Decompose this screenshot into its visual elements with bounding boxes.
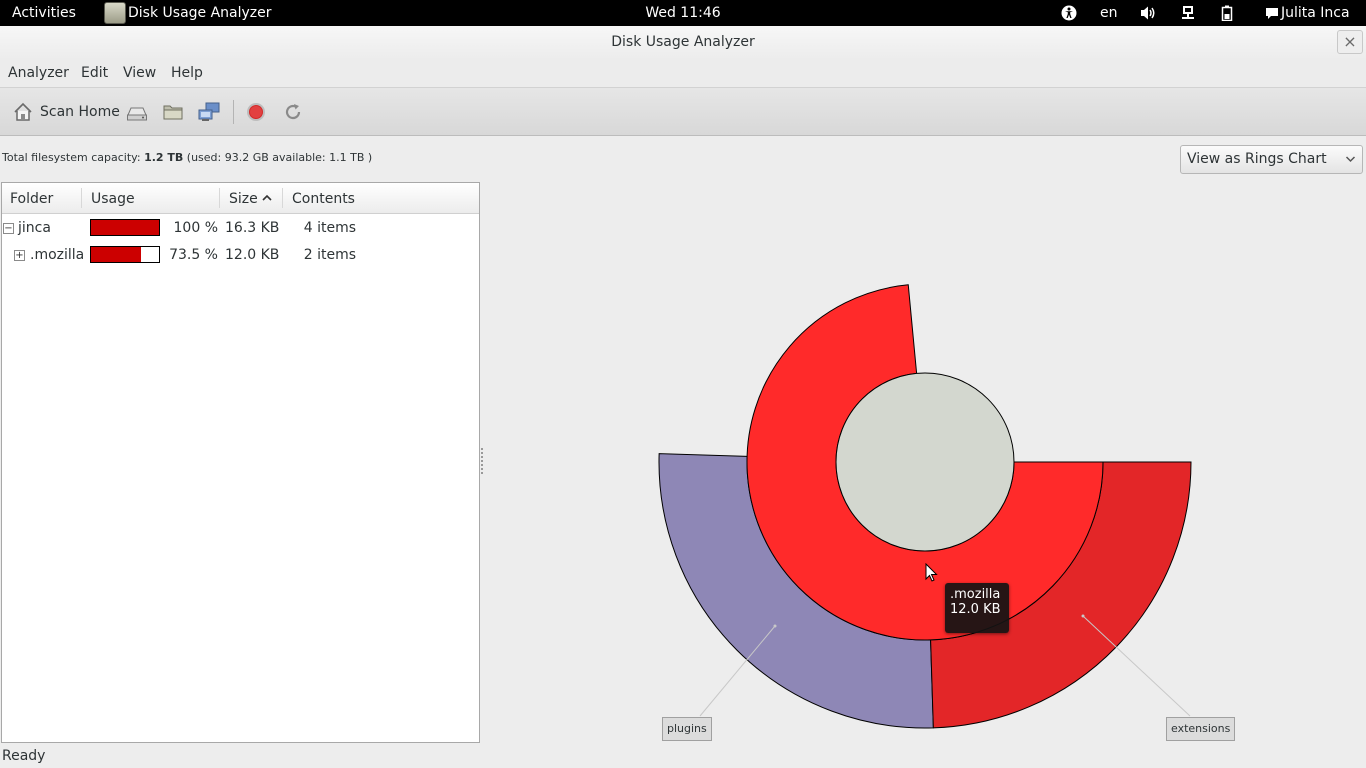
collapse-icon[interactable]: − (3, 223, 14, 234)
usage-percent: 100 % (173, 220, 218, 236)
menu-analyzer[interactable]: Analyzer (8, 64, 69, 82)
network-icon[interactable] (1180, 0, 1196, 26)
refresh-icon (285, 104, 301, 120)
toolbar: Scan Home (0, 88, 1366, 136)
tooltip-size: 12.0 KB (950, 602, 1001, 617)
chart-label-extensions[interactable]: extensions (1166, 717, 1236, 741)
tree-row-mozilla[interactable]: + .mozilla 73.5 % 12.0 KB 2 items (2, 242, 479, 269)
chevron-down-icon (1345, 146, 1356, 183)
scan-folder-icon (163, 105, 183, 120)
scan-filesystem-button[interactable] (125, 100, 149, 124)
capacity-prefix: Total filesystem capacity: (2, 151, 141, 164)
window-titlebar[interactable]: Disk Usage Analyzer × (0, 26, 1366, 60)
chart-label-plugins[interactable]: plugins (662, 717, 712, 741)
usage-bar (90, 219, 160, 236)
column-contents[interactable]: Contents (292, 191, 355, 207)
column-separator (219, 188, 220, 208)
accessibility-icon[interactable] (1061, 0, 1077, 26)
column-usage[interactable]: Usage (91, 191, 135, 207)
folder-size: 12.0 KB (225, 247, 280, 263)
battery-icon[interactable] (1221, 0, 1233, 26)
rings-chart[interactable] (484, 182, 1364, 742)
menubar: Analyzer Edit View Help (0, 60, 1366, 88)
scan-remote-button[interactable] (196, 100, 222, 124)
usage-percent: 73.5 % (169, 247, 218, 263)
label-anchor-plugins (773, 624, 777, 628)
label-leader-extensions (1082, 615, 1191, 717)
home-icon (14, 102, 32, 121)
column-folder[interactable]: Folder (10, 191, 53, 207)
toolbar-separator (233, 100, 234, 124)
view-mode-value: View as Rings Chart (1187, 151, 1327, 167)
folder-size: 16.3 KB (225, 220, 280, 236)
volume-icon[interactable] (1139, 0, 1157, 26)
mouse-pointer-icon (925, 563, 938, 582)
scan-folder-button[interactable] (161, 100, 185, 124)
folder-name: .mozilla (30, 247, 85, 263)
folder-tree[interactable]: Folder Usage Size Contents − jinca 100 %… (1, 182, 480, 743)
view-mode-select[interactable]: View as Rings Chart (1180, 145, 1363, 174)
column-separator (282, 188, 283, 208)
app-menu-label: Disk Usage Analyzer (128, 5, 272, 21)
scan-remote-icon (198, 102, 220, 121)
app-menu[interactable]: Disk Usage Analyzer (104, 0, 272, 26)
scan-home-label: Scan Home (40, 104, 120, 120)
folder-contents: 2 items (303, 247, 356, 263)
filesystem-capacity: Total filesystem capacity: 1.2 TB (used:… (2, 151, 372, 164)
chart-tooltip: .mozilla 12.0 KB (945, 583, 1009, 633)
ring-center-jinca[interactable] (835, 372, 1015, 552)
stop-icon (247, 103, 265, 121)
menu-edit[interactable]: Edit (81, 64, 108, 82)
capacity-total: 1.2 TB (144, 151, 184, 164)
stop-button[interactable] (245, 100, 267, 124)
window-title: Disk Usage Analyzer (611, 34, 755, 50)
usage-bar (90, 246, 160, 263)
menu-view[interactable]: View (123, 64, 156, 82)
refresh-button[interactable] (282, 100, 304, 124)
expand-icon[interactable]: + (14, 250, 25, 261)
folder-contents: 4 items (303, 220, 356, 236)
user-menu[interactable]: Julita Inca (1265, 0, 1350, 26)
scan-filesystem-icon (127, 107, 147, 121)
close-button[interactable]: × (1337, 30, 1363, 54)
clock[interactable]: Wed 11:46 (645, 5, 720, 21)
top-panel: Activities Disk Usage Analyzer Wed 11:46… (0, 0, 1366, 26)
chat-status-icon (1266, 8, 1278, 19)
status-bar: Ready (2, 748, 46, 764)
activities-button[interactable]: Activities (12, 0, 76, 26)
column-size[interactable]: Size (229, 191, 258, 207)
keyboard-layout[interactable]: en (1100, 0, 1118, 26)
label-anchor-extensions (1081, 614, 1085, 618)
column-separator (81, 188, 82, 208)
capacity-details: (used: 93.2 GB available: 1.1 TB ) (186, 151, 373, 164)
user-name: Julita Inca (1281, 5, 1350, 21)
folder-name: jinca (18, 220, 51, 236)
tree-header: Folder Usage Size Contents (2, 183, 479, 214)
scan-home-button[interactable]: Scan Home (12, 100, 120, 124)
menu-help[interactable]: Help (171, 64, 203, 82)
tree-row-jinca[interactable]: − jinca 100 % 16.3 KB 4 items (2, 215, 479, 242)
sort-ascending-icon (261, 191, 273, 209)
disk-usage-app-icon (104, 2, 126, 24)
